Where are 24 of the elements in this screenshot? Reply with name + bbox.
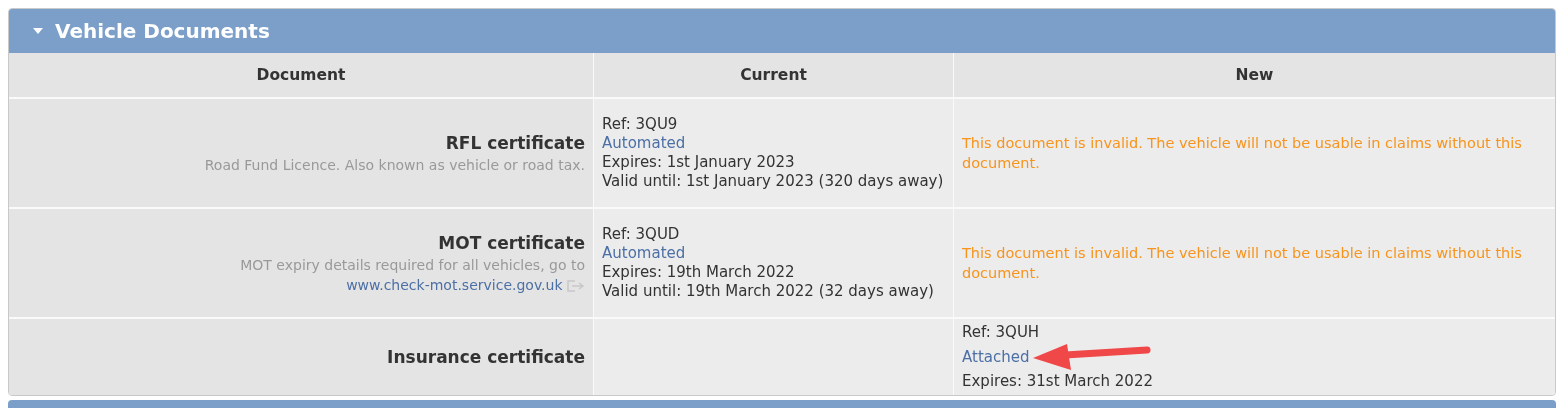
ref-text: Ref: 3QUH <box>962 323 1041 342</box>
source-link[interactable]: Attached <box>962 347 1030 367</box>
column-header: Document <box>9 53 594 98</box>
website-link[interactable]: www.check-mot.service.gov.uk <box>346 277 563 293</box>
source-link[interactable]: Automated <box>602 244 686 263</box>
valid-until-text: Valid until: 19th March 2022 (32 days away) <box>602 282 935 301</box>
expiry-text: Expires: 19th March 2022 <box>602 263 796 282</box>
panel-header[interactable]: Vehicle Documents <box>9 9 1555 53</box>
source-link[interactable]: Automated <box>602 134 686 153</box>
panel-title: Vehicle Documents <box>55 19 270 43</box>
ref-text: Ref: 3QU9 <box>602 115 679 134</box>
expiry-text: Expires: 1st January 2023 <box>602 153 796 172</box>
expiry-text: Expires: 31st March 2022 <box>962 372 1154 391</box>
column-header: New <box>953 53 1555 98</box>
column-header: Current <box>593 53 954 98</box>
document-name: MOT certificate <box>437 232 585 255</box>
document-name: RFL certificate <box>444 132 585 155</box>
ref-text: Ref: 3QUD <box>602 225 681 244</box>
warning-text: This document is invalid. The vehicle will not be usable in claims without this document. <box>962 134 1523 173</box>
valid-until-text: Valid until: 1st January 2023 (320 days away) <box>602 172 945 191</box>
document-description: MOT expiry details required for all vehicles, go to www.check-mot.service.gov.uk <box>239 256 585 295</box>
document-name: Insurance certificate <box>386 346 585 369</box>
warning-text: This document is invalid. The vehicle will not be usable in claims without this document. <box>962 244 1523 283</box>
document-description: Road Fund Licence. Also known as vehicle or road tax. <box>203 156 585 175</box>
